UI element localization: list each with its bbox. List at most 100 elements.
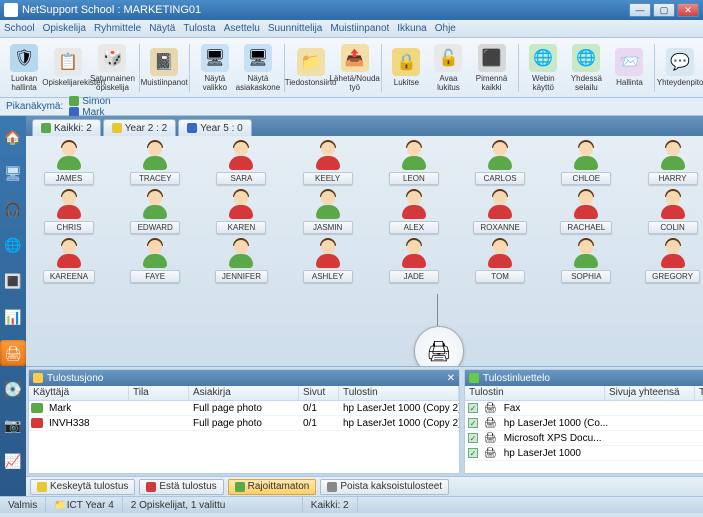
ribbon-n-yt-asiakaskone[interactable]: 🖥Näytä asiakaskone xyxy=(238,40,278,96)
student-label: ROXANNE xyxy=(473,221,527,234)
printer-icon[interactable]: 🖨 xyxy=(414,326,464,366)
sidebar-window-icon[interactable]: 🔳 xyxy=(0,268,26,294)
student-sara[interactable]: SARA xyxy=(208,142,274,185)
ribbon-tiedostonsiirto[interactable]: 📁Tiedostonsiirto xyxy=(291,40,331,96)
student-faye[interactable]: FAYE xyxy=(122,240,188,283)
check-icon[interactable]: ✓ xyxy=(468,448,478,458)
tab-2[interactable]: Year 5 : 0 xyxy=(178,119,251,136)
menu-school[interactable]: School xyxy=(4,23,35,34)
student-rachael[interactable]: RACHAEL xyxy=(553,191,619,234)
student-carlos[interactable]: CARLOS xyxy=(467,142,533,185)
student-kareena[interactable]: KAREENA xyxy=(36,240,102,283)
queue-col-1[interactable]: Tila xyxy=(129,386,189,400)
student-sophia[interactable]: SOPHIA xyxy=(553,240,619,283)
student-chloe[interactable]: CHLOE xyxy=(553,142,619,185)
status-all: Kaikki: 2 xyxy=(303,497,358,513)
foot-est-tulostus[interactable]: Estä tulostus xyxy=(139,479,223,495)
minimize-button[interactable]: — xyxy=(629,3,651,17)
queue-col-0[interactable]: Käyttäjä xyxy=(29,386,129,400)
menu-suunnittelija[interactable]: Suunnittelija xyxy=(268,23,322,34)
student-roxanne[interactable]: ROXANNE xyxy=(467,191,533,234)
foot-keskeyt-tulostus[interactable]: Keskeytä tulostus xyxy=(30,479,135,495)
sidebar-usb-icon[interactable]: 💽 xyxy=(0,376,26,402)
student-chris[interactable]: CHRIS xyxy=(36,191,102,234)
student-label: RACHAEL xyxy=(560,221,612,234)
list-col-1[interactable]: Sivuja yhteensä xyxy=(605,386,695,400)
check-icon[interactable]: ✓ xyxy=(468,418,478,428)
queue-col-3[interactable]: Sivut xyxy=(299,386,339,400)
queue-col-4[interactable]: Tulostin xyxy=(339,386,459,400)
menu-ikkuna[interactable]: Ikkuna xyxy=(397,23,426,34)
check-icon[interactable]: ✓ xyxy=(468,403,478,413)
ribbon-l-het-nouda-ty-[interactable]: 📤Lähetä/Nouda työ xyxy=(335,40,375,96)
ribbon-luokan-hallinta[interactable]: 🛡Luokan hallinta xyxy=(4,40,44,96)
ribbon-label: Pimennä kaikki xyxy=(475,74,507,92)
ribbon-webin-k-ytt-[interactable]: 🌐Webin käyttö xyxy=(524,40,562,96)
menu-muistiinpanot[interactable]: Muistiinpanot xyxy=(330,23,389,34)
printer-icon: 🖨 xyxy=(484,403,497,414)
ribbon-yhdess-selailu[interactable]: 🌐Yhdessä selailu xyxy=(566,40,606,96)
sidebar-camera-icon[interactable]: 📷 xyxy=(0,412,26,438)
tab-1[interactable]: Year 2 : 2 xyxy=(103,119,176,136)
student-harry[interactable]: HARRY xyxy=(640,142,703,185)
list-col-0[interactable]: Tulostin xyxy=(465,386,605,400)
ribbon-label: Muistiinpanot xyxy=(141,78,188,87)
queue-col-2[interactable]: Asiakirja xyxy=(189,386,299,400)
student-avatar xyxy=(141,142,169,170)
ribbon-lukitse[interactable]: 🔒Lukitse xyxy=(387,40,425,96)
sidebar-headset-icon[interactable]: 🎧 xyxy=(0,196,26,222)
ribbon-hallinta[interactable]: 📨Hallinta xyxy=(610,40,648,96)
ribbon-pimenn-kaikki[interactable]: ⬛Pimennä kaikki xyxy=(471,40,511,96)
sidebar-printer-icon[interactable]: 🖨 xyxy=(0,340,26,366)
sidebar-home-icon[interactable]: 🏠 xyxy=(0,124,26,150)
foot-poista-kaksoistulosteet[interactable]: Poista kaksoistulosteet xyxy=(320,479,449,495)
queue-row[interactable]: INVH338Full page photo0/1hp LaserJet 100… xyxy=(29,416,459,431)
ribbon-avaa-lukitus[interactable]: 🔓Avaa lukitus xyxy=(429,40,467,96)
printer-row[interactable]: ✓🖨hp LaserJet 1000 (Co... xyxy=(465,416,703,431)
list-col-2[interactable]: Tulostustöitä yhteensä xyxy=(695,386,703,400)
student-avatar xyxy=(486,191,514,219)
quick-simon[interactable]: Simon xyxy=(69,96,110,107)
queue-row[interactable]: MarkFull page photo0/1hp LaserJet 1000 (… xyxy=(29,401,459,416)
panel-close-icon[interactable]: ✕ xyxy=(447,373,455,384)
student-leon[interactable]: LEON xyxy=(381,142,447,185)
student-ashley[interactable]: ASHLEY xyxy=(295,240,361,283)
sidebar-chart-icon[interactable]: 📈 xyxy=(0,448,26,474)
sidebar-globe-icon[interactable]: 🌐 xyxy=(0,232,26,258)
sidebar-monitor-icon[interactable]: 🖥 xyxy=(0,160,26,186)
printer-row[interactable]: ✓🖨Fax xyxy=(465,401,703,416)
ribbon-opiskelijarekisteri[interactable]: 📋Opiskelijarekisteri xyxy=(48,40,88,96)
student-keely[interactable]: KEELY xyxy=(295,142,361,185)
student-tracey[interactable]: TRACEY xyxy=(122,142,188,185)
menu-ryhmittele[interactable]: Ryhmittele xyxy=(94,23,141,34)
student-tom[interactable]: TOM xyxy=(467,240,533,283)
menu-asettelu[interactable]: Asettelu xyxy=(224,23,260,34)
student-edward[interactable]: EDWARD xyxy=(122,191,188,234)
list-body: ✓🖨Fax✓🖨hp LaserJet 1000 (Co...✓🖨Microsof… xyxy=(465,401,703,473)
maximize-button[interactable]: ▢ xyxy=(653,3,675,17)
ribbon-satunnainen-opiskelija[interactable]: 🎲Satunnainen opiskelija xyxy=(92,40,132,96)
student-colin[interactable]: COLIN xyxy=(640,191,703,234)
student-jennifer[interactable]: JENNIFER xyxy=(208,240,274,283)
menu-opiskelija[interactable]: Opiskelija xyxy=(43,23,86,34)
ribbon-muistiinpanot[interactable]: 📓Muistiinpanot xyxy=(145,40,183,96)
tab-0[interactable]: Kaikki: 2 xyxy=(32,119,101,136)
student-jade[interactable]: JADE xyxy=(381,240,447,283)
ribbon-icon: 🖥 xyxy=(201,44,229,72)
ribbon-n-yt-valikko[interactable]: 🖥Näytä valikko xyxy=(196,40,234,96)
student-alex[interactable]: ALEX xyxy=(381,191,447,234)
sidebar-survey-icon[interactable]: 📊 xyxy=(0,304,26,330)
printer-row[interactable]: ✓🖨hp LaserJet 1000 xyxy=(465,446,703,461)
check-icon[interactable]: ✓ xyxy=(468,433,478,443)
close-button[interactable]: ✕ xyxy=(677,3,699,17)
student-james[interactable]: JAMES xyxy=(36,142,102,185)
foot-rajoittamaton[interactable]: Rajoittamaton xyxy=(228,479,317,495)
menu-näytä[interactable]: Näytä xyxy=(149,23,175,34)
menu-ohje[interactable]: Ohje xyxy=(435,23,456,34)
menu-tulosta[interactable]: Tulosta xyxy=(183,23,215,34)
student-jasmin[interactable]: JASMIN xyxy=(295,191,361,234)
student-karen[interactable]: KAREN xyxy=(208,191,274,234)
printer-row[interactable]: ✓🖨Microsoft XPS Docu... xyxy=(465,431,703,446)
ribbon-yhteydenpito[interactable]: 💬Yhteydenpito xyxy=(661,40,699,96)
student-gregory[interactable]: GREGORY xyxy=(640,240,703,283)
